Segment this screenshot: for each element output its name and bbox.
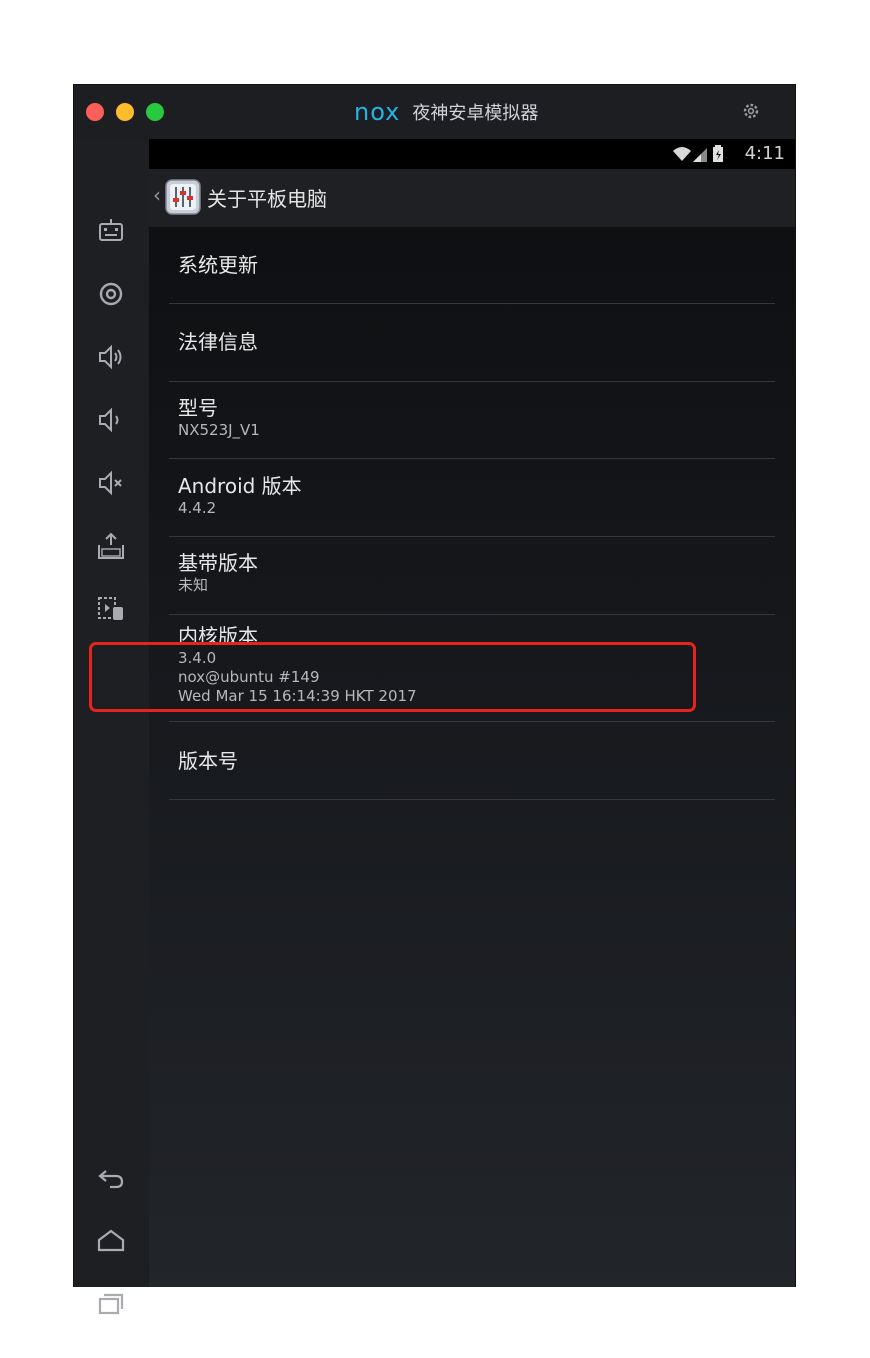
apk-install-icon[interactable]	[96, 531, 126, 561]
app-title: 夜神安卓模拟器	[412, 103, 539, 124]
recents-icon[interactable]	[96, 1289, 126, 1319]
settings-app-icon[interactable]	[165, 179, 201, 215]
battery-icon	[713, 145, 723, 162]
list-item-legal-info[interactable]: 法律信息	[169, 304, 775, 382]
status-icons	[673, 145, 723, 162]
page-title: 关于平板电脑	[207, 187, 327, 211]
close-window-button[interactable]	[86, 103, 104, 121]
list-item-build-number[interactable]: 版本号	[169, 722, 775, 800]
nox-logo: nox	[354, 98, 401, 126]
list-item-android-version[interactable]: Android 版本 4.4.2	[169, 459, 775, 537]
android-screen: 4:11 ‹ 关于平板电脑 系统更新 法律信息 型号 NX523J_V1 And…	[149, 139, 795, 1287]
brand: nox 夜神安卓模拟器	[354, 98, 539, 126]
status-time: 4:11	[744, 143, 785, 164]
screenshot-icon[interactable]	[96, 594, 126, 624]
list-item-baseband-version[interactable]: 基带版本 未知	[169, 537, 775, 615]
home-icon[interactable]	[96, 1226, 126, 1256]
list-item-model[interactable]: 型号 NX523J_V1	[169, 382, 775, 459]
signal-icon	[693, 148, 707, 162]
volume-up-icon[interactable]	[96, 342, 126, 372]
action-bar: ‹ 关于平板电脑	[149, 169, 795, 227]
about-settings-list: 系统更新 法律信息 型号 NX523J_V1 Android 版本 4.4.2 …	[169, 227, 775, 800]
action-bar-back[interactable]: ‹	[153, 183, 161, 207]
keyboard-icon[interactable]	[96, 216, 126, 246]
maximize-window-button[interactable]	[146, 103, 164, 121]
mute-icon[interactable]	[96, 468, 126, 498]
status-bar: 4:11	[149, 139, 795, 169]
title-bar: nox 夜神安卓模拟器	[74, 85, 795, 139]
volume-down-icon[interactable]	[96, 405, 126, 435]
location-icon[interactable]	[96, 279, 126, 309]
minimize-window-button[interactable]	[116, 103, 134, 121]
back-icon[interactable]	[96, 1163, 126, 1193]
wifi-icon	[673, 147, 691, 161]
tool-sidebar	[74, 139, 149, 1315]
highlight-box	[89, 642, 696, 712]
list-item-system-update[interactable]: 系统更新	[169, 227, 775, 304]
gear-icon[interactable]	[741, 101, 761, 121]
